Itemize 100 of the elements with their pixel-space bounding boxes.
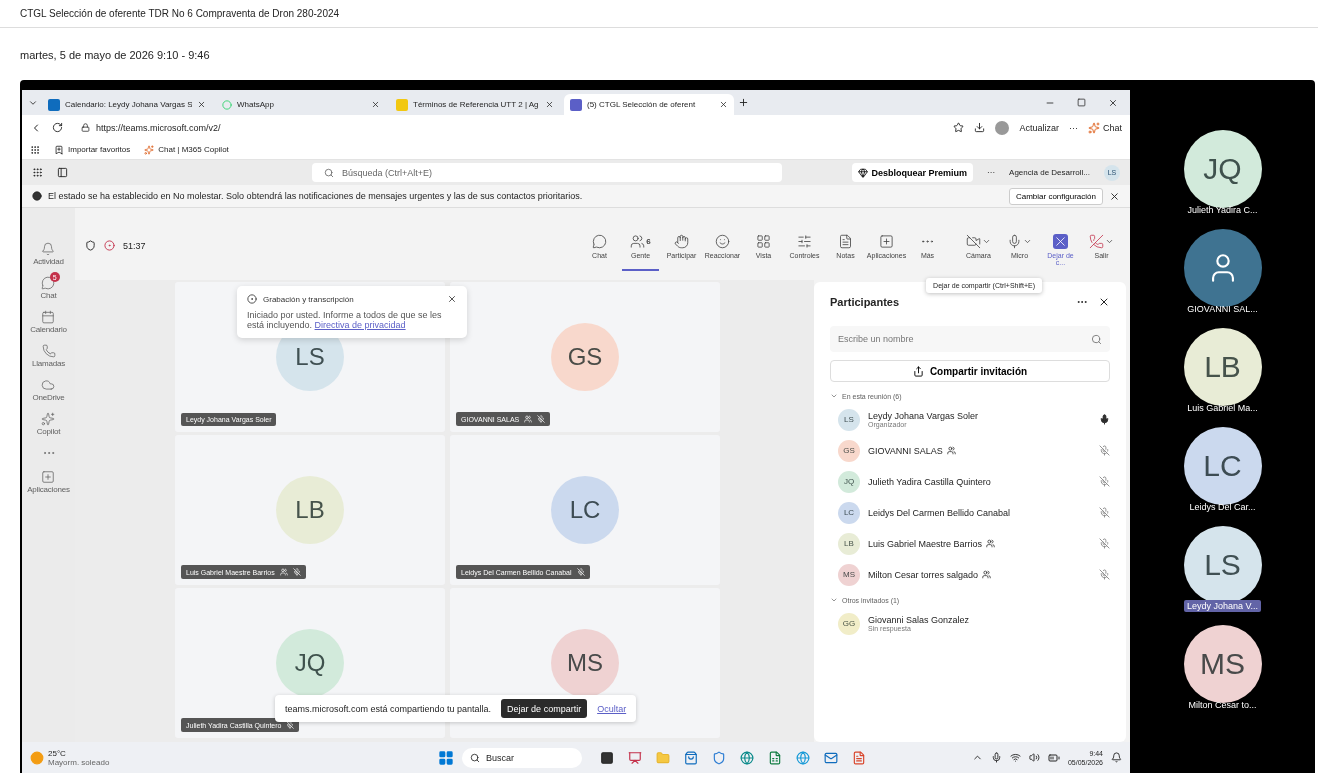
task-view-icon[interactable]: [600, 750, 614, 765]
note-title: CTGL Selección de oferente TDR No 6 Compraventa de Dron 280-2024: [0, 0, 1318, 28]
participant-row[interactable]: LC Leidys Del Carmen Bellido Canabal: [830, 501, 1110, 524]
browser-tab[interactable]: Términos de Referencia UTT 2 | Ag: [390, 94, 560, 115]
stop-share-icon: [1053, 234, 1068, 249]
close-icon[interactable]: [719, 100, 728, 109]
chat-link[interactable]: Chat: [1103, 122, 1122, 133]
close-icon[interactable]: [1098, 296, 1110, 308]
rail-item[interactable]: Calendario: [30, 310, 67, 334]
close-icon[interactable]: [545, 100, 554, 109]
browser-icon[interactable]: [796, 750, 810, 765]
hang-up-icon: [1089, 234, 1104, 249]
reload-icon[interactable]: [52, 122, 63, 133]
participant-row[interactable]: MS Milton Cesar torres salgado: [830, 563, 1110, 586]
battery-icon[interactable]: [1047, 751, 1060, 764]
participant-name: Leydy Johana Vargas Soler: [868, 411, 978, 421]
browser-tab[interactable]: (5) CTGL Selección de oferent: [564, 94, 734, 115]
wifi-icon[interactable]: [1009, 752, 1021, 763]
favorite-link[interactable]: Importar favoritos: [54, 144, 131, 155]
participant-name: Luis Gabriel Maestre Barrios: [868, 538, 983, 549]
name-search-field[interactable]: Escribe un nombre: [830, 326, 1110, 352]
smiley-icon: [715, 234, 730, 249]
speaker-icon[interactable]: [1028, 752, 1040, 763]
download-icon[interactable]: [974, 122, 986, 133]
participant-row[interactable]: LB Luis Gabriel Maestre Barrios: [830, 532, 1110, 555]
notes-icon: [838, 234, 853, 249]
hand-icon: [674, 234, 689, 249]
mail-icon[interactable]: [824, 750, 838, 765]
participant-row[interactable]: GS GIOVANNI SALAS: [830, 439, 1110, 462]
app-launcher-icon[interactable]: [32, 167, 43, 178]
participant-avatar: MS: [838, 563, 860, 586]
address-field[interactable]: https://teams.microsoft.com/v2/: [73, 118, 944, 137]
rail-item[interactable]: OneDrive: [32, 378, 65, 402]
favorite-link[interactable]: Chat | M365 Copilot: [144, 144, 229, 155]
participant-name: GIOVANNI SAL...: [1186, 303, 1259, 315]
presentation-icon[interactable]: [628, 750, 642, 765]
copilot-icon[interactable]: [1088, 121, 1100, 134]
meeting-timer: 51:37: [123, 240, 146, 251]
shield-icon[interactable]: [712, 750, 726, 765]
organization-name[interactable]: Agencia de Desarroll...: [1009, 168, 1090, 177]
rail-item[interactable]: Actividad: [33, 242, 64, 266]
plus-square-icon: [41, 470, 56, 484]
participant-avatar: GG: [838, 612, 860, 635]
chat-icon: [41, 276, 56, 290]
close-icon[interactable]: [197, 100, 206, 109]
info-icon: [32, 191, 42, 201]
document-icon[interactable]: [852, 750, 866, 765]
search-icon: [324, 167, 334, 178]
rail-item[interactable]: Llamadas: [31, 344, 66, 368]
bookmark-icon: [54, 144, 64, 155]
gem-icon: [857, 167, 868, 178]
sparkle-icon: [41, 412, 56, 426]
search-field[interactable]: Búsqueda (Ctrl+Alt+E): [312, 163, 782, 182]
rail-item[interactable]: Aplicaciones: [27, 470, 70, 494]
close-icon[interactable]: [1109, 190, 1120, 202]
store-icon[interactable]: [684, 750, 698, 765]
participant-avatar: GS: [838, 439, 860, 462]
participant-name: Giovanni Salas Gonzalez: [868, 615, 970, 625]
panel-icon[interactable]: [57, 167, 68, 178]
grip-icon[interactable]: [30, 144, 40, 155]
browser-tab[interactable]: WhatsApp: [216, 94, 386, 115]
participant-avatar: JQ: [838, 470, 860, 493]
start-icon[interactable]: [438, 749, 454, 766]
search-icon: [470, 752, 480, 763]
close-icon[interactable]: [447, 294, 457, 304]
microphone-icon[interactable]: [990, 752, 1002, 763]
profile-avatar[interactable]: [995, 120, 1010, 135]
camera-off-icon: [966, 234, 981, 249]
chevron-icon: [830, 596, 838, 604]
browser-icon[interactable]: [740, 750, 754, 765]
participant-avatar: GS: [551, 323, 619, 391]
participant-row[interactable]: JQ Julieth Yadira Castilla Quintero: [830, 470, 1110, 493]
participant-avatar: MS: [551, 629, 619, 697]
document-icon: [396, 98, 408, 111]
participant-avatar: LB: [276, 476, 344, 544]
spreadsheet-icon[interactable]: [768, 750, 782, 765]
taskbar-search[interactable]: Buscar: [462, 747, 582, 768]
new-tab-icon[interactable]: [738, 97, 749, 108]
close-icon[interactable]: [1108, 97, 1118, 108]
rail-item[interactable]: Copilot: [36, 412, 61, 436]
plus-square-icon: [879, 234, 894, 249]
notice-text: El estado se ha establecido en No molestar. Solo obtendrá las notificaciones de mensajes urgentes y las de sus contactos prioritarios.: [48, 191, 583, 201]
sharing-message: teams.microsoft.com está compartiendo tu pantalla.: [285, 703, 492, 714]
share-icon: [912, 365, 924, 377]
close-icon[interactable]: [371, 100, 380, 109]
update-button[interactable]: Actualizar: [1019, 122, 1059, 133]
sparkle-icon: [144, 144, 155, 155]
premium-button[interactable]: Desbloquear Premium: [851, 163, 974, 182]
star-icon[interactable]: [953, 122, 965, 133]
weather-text[interactable]: Mayorm. soleado: [48, 757, 110, 767]
bell-icon[interactable]: [1111, 752, 1122, 763]
more-button[interactable]: ···: [987, 168, 996, 177]
settings-button[interactable]: Cambiar configuración: [1008, 187, 1103, 205]
maximize-icon[interactable]: [1077, 97, 1086, 107]
temperature[interactable]: 25°C: [48, 748, 110, 758]
people-icon: [630, 234, 646, 249]
browser-tab[interactable]: Calendario: Leydy Johana Vargas S: [42, 94, 212, 115]
chevron-icon: [830, 392, 838, 400]
share-invite-button[interactable]: Compartir invitación: [830, 360, 1110, 382]
more-button[interactable]: ···: [1069, 122, 1078, 133]
